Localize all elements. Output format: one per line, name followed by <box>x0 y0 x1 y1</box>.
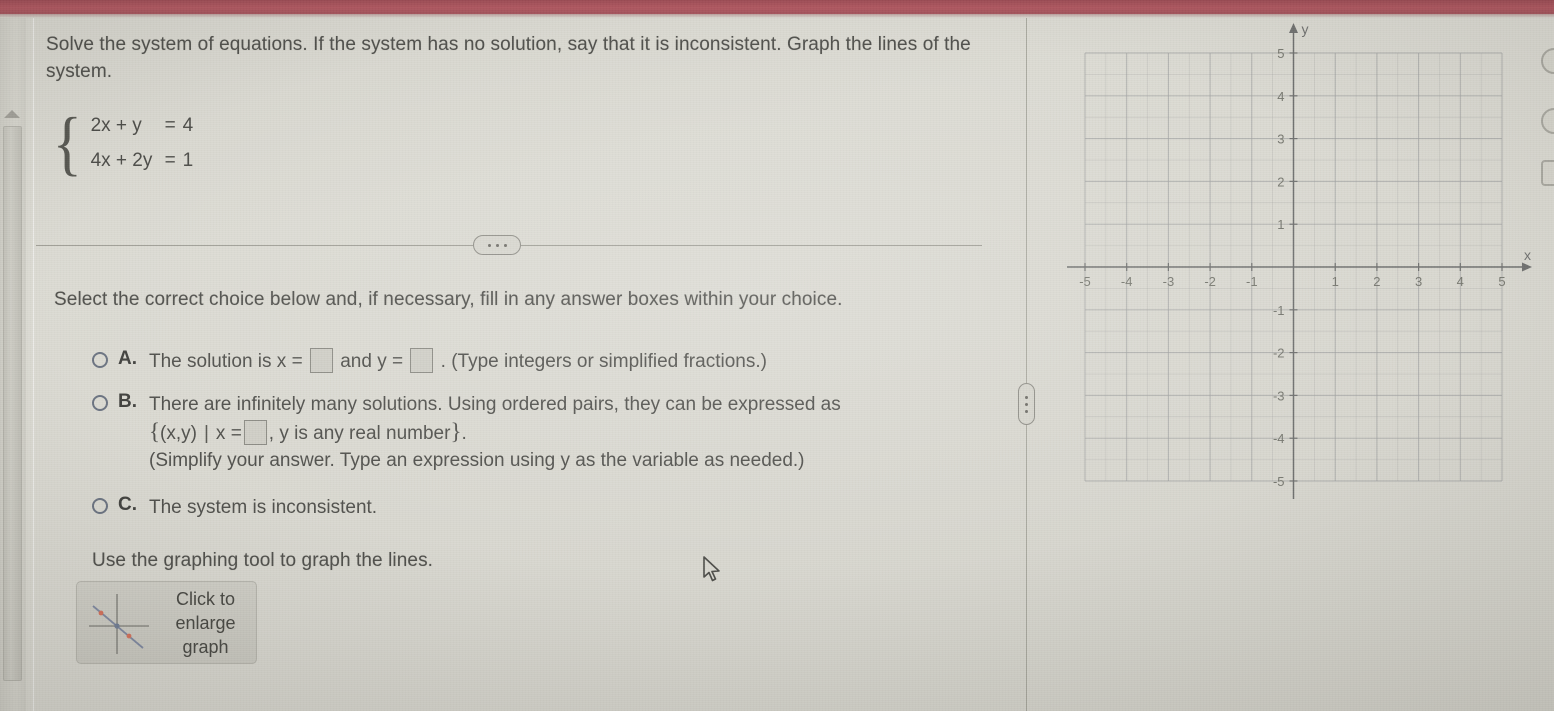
x-axis-arrow-icon <box>1522 262 1532 272</box>
y-tick-label: -3 <box>1273 388 1285 403</box>
x-tick-label: 5 <box>1498 274 1505 289</box>
choice-b-line-3: (Simplify your answer. Type an expressio… <box>149 450 805 471</box>
enlarge-label-line-3: graph <box>182 636 229 657</box>
top-bar-shadow <box>0 14 1554 18</box>
x-tick-label: -5 <box>1079 274 1091 289</box>
choice-b-tail: , y is any real number <box>268 423 451 444</box>
vertical-divider <box>1017 18 1037 711</box>
equation-row: 4x + 2y = 1 <box>91 150 194 172</box>
ordered-pair: (x,y) <box>160 423 197 444</box>
x-tick-label: -1 <box>1246 274 1258 289</box>
choice-b-period: . <box>461 423 467 444</box>
vertical-ellipsis-handle-icon[interactable] <box>1018 383 1035 425</box>
x-tick-label: 4 <box>1457 274 1464 289</box>
equation-1-lhs: 2x + y <box>90 114 142 136</box>
horizontal-ellipsis-handle-icon[interactable] <box>473 235 521 255</box>
y-tick-label: 5 <box>1277 46 1284 61</box>
coordinate-grid-graph[interactable]: y x -5 -4 -3 -2 -1 1 2 3 4 5 5 4 3 2 1 -1 -2 -3 -4 -5 <box>1040 18 1554 711</box>
x-tick-label: 3 <box>1415 274 1422 289</box>
dot <box>487 243 491 247</box>
radio-button-a[interactable] <box>92 352 108 368</box>
divider-line <box>1026 18 1027 711</box>
set-pipe: | <box>203 423 209 444</box>
mini-coordinate-plane-icon <box>79 588 159 658</box>
x-tick-label: -2 <box>1204 274 1216 289</box>
choice-a-text-1: The solution is x = <box>149 351 303 372</box>
radio-button-c[interactable] <box>92 498 108 514</box>
y-tick-label: -4 <box>1273 431 1285 446</box>
dot <box>1025 402 1028 406</box>
answer-box-y[interactable] <box>410 348 434 373</box>
choice-letter-a: A. <box>118 348 137 369</box>
graph-pane[interactable]: y x -5 -4 -3 -2 -1 1 2 3 4 5 5 4 3 2 1 -1 -2 -3 -4 -5 <box>1040 18 1554 711</box>
question-stem: Solve the system of equations. If the sy… <box>46 34 971 82</box>
choice-a-text-3: . (Type integers or simplified fractions… <box>440 351 767 372</box>
set-close-brace: } <box>450 419 462 444</box>
choice-c-text: The system is inconsistent. <box>149 497 378 518</box>
question-pane: Solve the system of equations. If the sy… <box>34 18 1018 711</box>
choice-option-c[interactable]: C. The system is inconsistent. <box>92 494 377 521</box>
y-tick-label: -1 <box>1273 303 1285 318</box>
choice-option-a[interactable]: A. The solution is x = and y = . (Type i… <box>92 348 767 375</box>
equation-row: 2x + y = 4 <box>91 115 194 137</box>
enlarge-graph-label: Click to enlarge graph <box>159 587 256 659</box>
equation-2-rhs: 1 <box>182 149 194 171</box>
choice-b-body: There are infinitely many solutions. Usi… <box>149 391 841 474</box>
vertical-scroll-thumb[interactable] <box>3 126 22 681</box>
equation-system: { 2x + y = 4 4x + 2y = 1 <box>50 103 194 183</box>
x-axis-label: x <box>1524 247 1531 263</box>
choice-b-xeq: x = <box>215 423 242 444</box>
equation-2-relation: = <box>164 149 176 171</box>
enlarge-label-line-1: Click to <box>175 588 235 609</box>
choice-b-line-2: {(x,y) | x = , y is any real number}. <box>149 418 841 447</box>
system-brace-icon: { <box>52 103 82 183</box>
choice-letter-c: C. <box>118 494 137 515</box>
horizontal-divider <box>34 225 984 265</box>
homework-screen: Solve the system of equations. If the sy… <box>0 0 1554 711</box>
dot <box>1025 409 1028 413</box>
y-tick-label: 4 <box>1277 89 1284 104</box>
dot <box>1025 395 1028 399</box>
enlarge-label-line-2: enlarge <box>175 612 236 633</box>
equation-1-relation: = <box>164 114 176 136</box>
top-accent-bar <box>0 0 1554 14</box>
y-tick-label: 2 <box>1277 174 1284 189</box>
set-open-brace: { <box>149 419 161 444</box>
radio-button-b[interactable] <box>92 395 108 411</box>
page-edge-line <box>33 18 34 711</box>
choice-b-line-1: There are infinitely many solutions. Usi… <box>149 394 841 415</box>
y-tick-label: -5 <box>1273 474 1285 489</box>
x-tick-label: 2 <box>1373 274 1380 289</box>
choice-option-b[interactable]: B. There are infinitely many solutions. … <box>92 391 841 474</box>
dot <box>503 243 507 247</box>
equation-1-rhs: 4 <box>182 114 194 136</box>
y-tick-label: 3 <box>1277 132 1284 147</box>
x-tick-label: -3 <box>1163 274 1175 289</box>
choice-a-body: The solution is x = and y = . (Type inte… <box>149 348 767 375</box>
square-tool-icon-3[interactable] <box>1541 160 1554 186</box>
enlarge-graph-button[interactable]: Click to enlarge graph <box>76 581 257 664</box>
x-tick-label: 1 <box>1332 274 1339 289</box>
x-tick-label: -4 <box>1121 274 1133 289</box>
scroll-up-arrow-icon[interactable] <box>4 110 20 118</box>
y-axis-arrow-icon <box>1289 23 1298 33</box>
select-instruction: Select the correct choice below and, if … <box>54 289 843 310</box>
graphing-instruction: Use the graphing tool to graph the lines… <box>92 550 434 571</box>
y-tick-label: -2 <box>1273 346 1285 361</box>
y-axis-label: y <box>1302 21 1309 37</box>
equation-list: 2x + y = 4 4x + 2y = 1 <box>91 115 194 172</box>
equation-2-lhs: 4x + 2y <box>90 149 153 171</box>
choice-a-text-2: and y = <box>340 351 404 372</box>
choice-letter-b: B. <box>118 391 137 412</box>
answer-box-b-x[interactable] <box>243 420 267 445</box>
mouse-pointer-icon <box>702 556 724 589</box>
dot <box>495 243 499 247</box>
y-tick-label: 1 <box>1277 217 1284 232</box>
answer-box-x[interactable] <box>309 348 333 373</box>
